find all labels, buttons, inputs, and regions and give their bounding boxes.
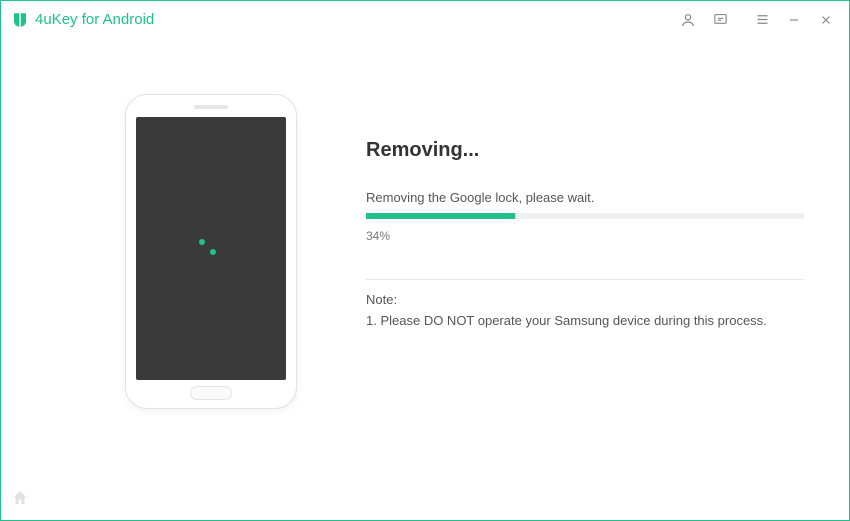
progress-message: Removing the Google lock, please wait.: [366, 190, 804, 205]
app-logo: 4uKey for Android: [11, 11, 154, 29]
phone-screen: [136, 117, 286, 380]
logo-icon: [11, 11, 29, 29]
progress-bar-fill: [366, 213, 515, 219]
close-button[interactable]: [811, 5, 841, 35]
titlebar: 4uKey for Android: [1, 1, 849, 39]
feedback-button[interactable]: [705, 5, 735, 35]
account-button[interactable]: [673, 5, 703, 35]
menu-button[interactable]: [747, 5, 777, 35]
loading-dots-icon: [196, 237, 226, 261]
app-title: 4uKey for Android: [35, 11, 154, 28]
minimize-button[interactable]: [779, 5, 809, 35]
progress-bar: [366, 213, 804, 219]
phone-home-button-icon: [190, 386, 232, 400]
progress-percent: 34%: [366, 229, 804, 243]
note-text: 1. Please DO NOT operate your Samsung de…: [366, 311, 804, 331]
device-illustration-column: [56, 94, 366, 500]
titlebar-controls: [673, 5, 841, 35]
divider: [366, 279, 804, 280]
app-window: 4uKey for Android: [0, 0, 850, 521]
phone-speaker-icon: [194, 105, 228, 109]
note-label: Note:: [366, 292, 804, 307]
home-icon[interactable]: [11, 489, 29, 512]
progress-heading: Removing...: [366, 139, 804, 162]
progress-panel: Removing... Removing the Google lock, pl…: [366, 94, 824, 500]
phone-frame: [125, 94, 297, 409]
main-content: Removing... Removing the Google lock, pl…: [1, 39, 849, 520]
